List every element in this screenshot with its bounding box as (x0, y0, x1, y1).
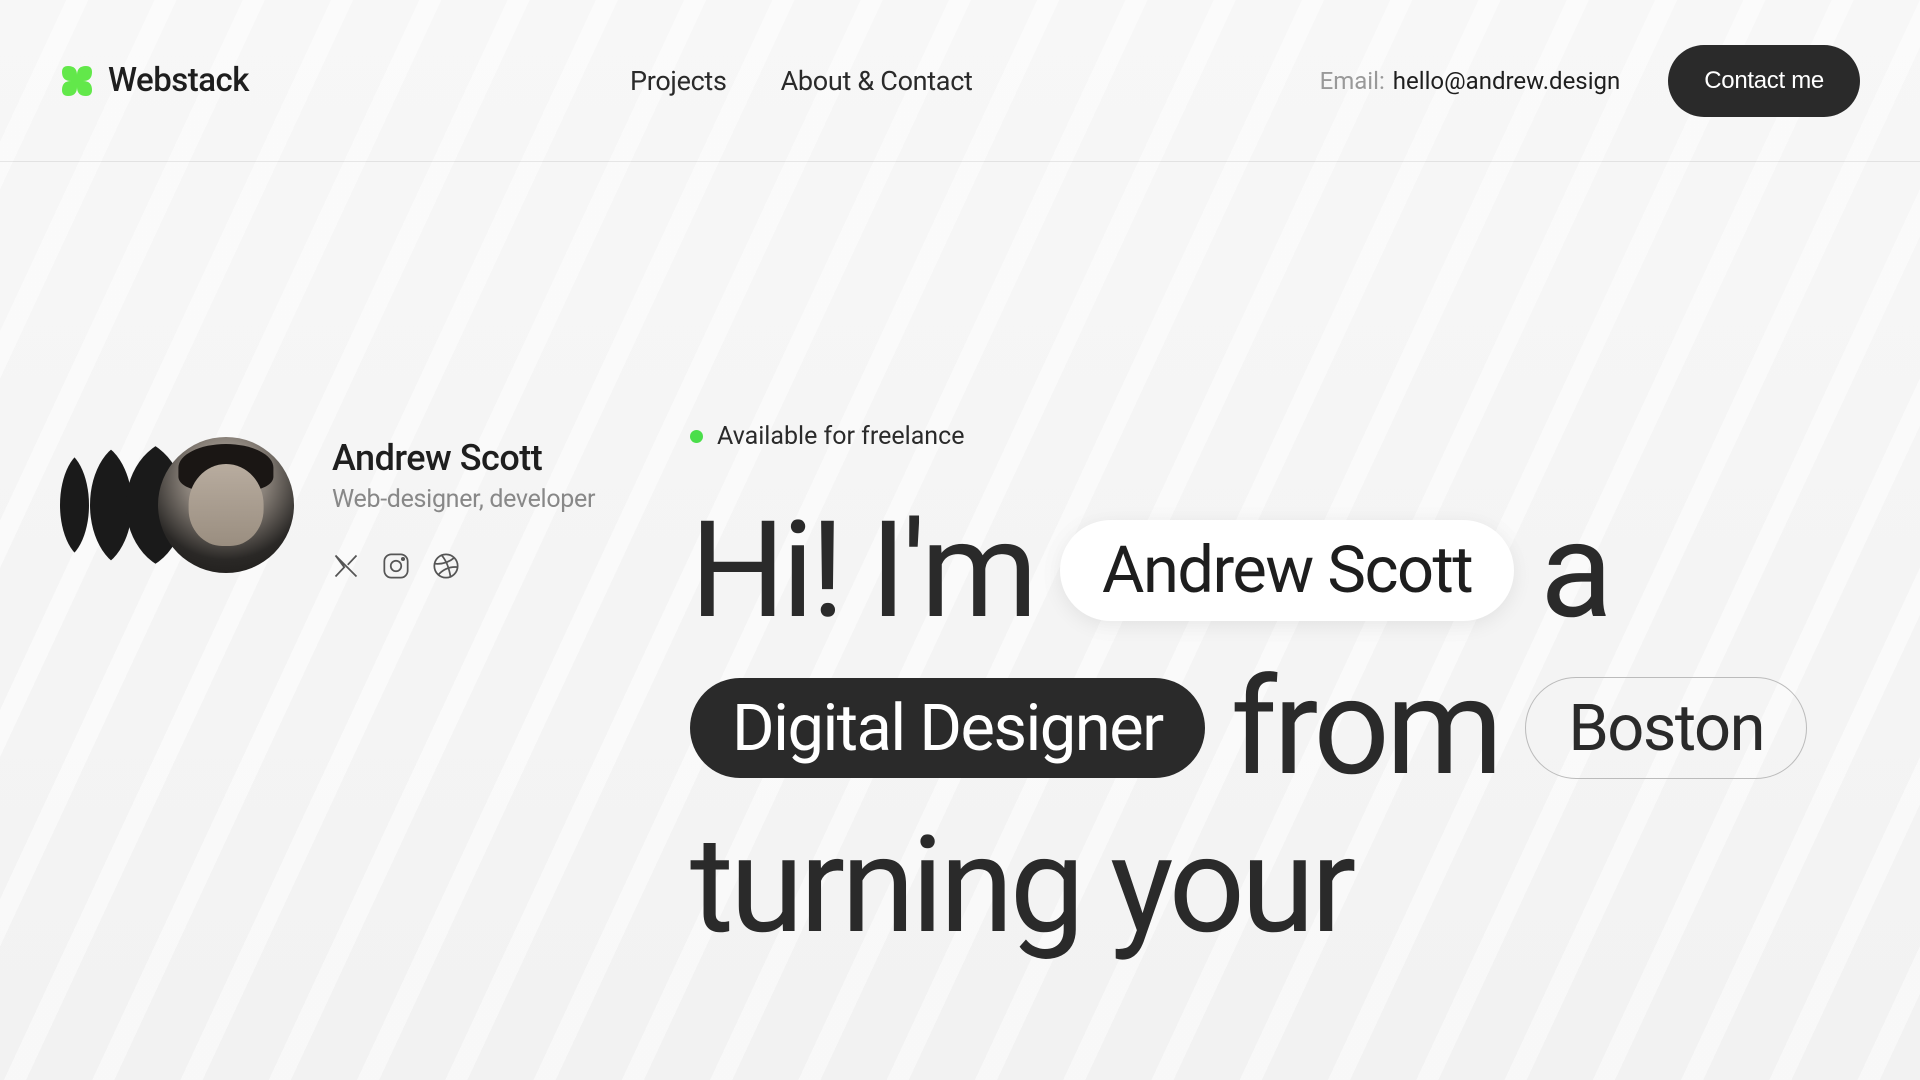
hero-pill-name: Andrew Scott (1060, 520, 1514, 621)
nav-about-contact[interactable]: About & Contact (781, 65, 973, 97)
logo[interactable]: Webstack (60, 61, 249, 100)
hero-content: Available for freelance Hi! I'm Andrew S… (690, 422, 1860, 959)
instagram-icon[interactable] (382, 552, 410, 580)
main-content: Andrew Scott Web-designer, developer (0, 162, 1920, 959)
hero-pill-location: Boston (1525, 677, 1807, 780)
status-dot-icon (690, 430, 703, 443)
dribbble-icon[interactable] (432, 552, 460, 580)
x-twitter-icon[interactable] (332, 552, 360, 580)
avatar (158, 437, 294, 573)
profile-info: Andrew Scott Web-designer, developer (332, 437, 595, 580)
nav-projects[interactable]: Projects (630, 65, 727, 97)
profile-card: Andrew Scott Web-designer, developer (60, 422, 600, 959)
profile-role: Web-designer, developer (332, 485, 595, 514)
email-display: Email: hello@andrew.design (1320, 67, 1621, 95)
email-label: Email: (1320, 67, 1385, 95)
hero-text-segment: Hi! I'm (690, 497, 1034, 644)
hero-headline: Hi! I'm Andrew Scott a Digital Designer … (690, 497, 1860, 959)
brand-name: Webstack (108, 61, 249, 100)
hero-text-segment: from (1231, 654, 1500, 801)
profile-name: Andrew Scott (332, 437, 595, 479)
hero-text-segment: a (1540, 497, 1609, 644)
avatar-stack (60, 437, 294, 573)
hero-text-segment: turning your (690, 812, 1352, 959)
social-icons (332, 552, 595, 580)
contact-button[interactable]: Contact me (1668, 45, 1860, 117)
header: Webstack Projects About & Contact Email:… (0, 0, 1920, 162)
hero-pill-role: Digital Designer (690, 678, 1205, 779)
brand-logo-icon (60, 64, 94, 98)
availability-badge: Available for freelance (690, 422, 1860, 451)
header-right: Email: hello@andrew.design Contact me (1320, 45, 1860, 117)
nav-links: Projects About & Contact (630, 65, 973, 97)
availability-text: Available for freelance (717, 422, 964, 451)
email-value[interactable]: hello@andrew.design (1393, 67, 1620, 95)
